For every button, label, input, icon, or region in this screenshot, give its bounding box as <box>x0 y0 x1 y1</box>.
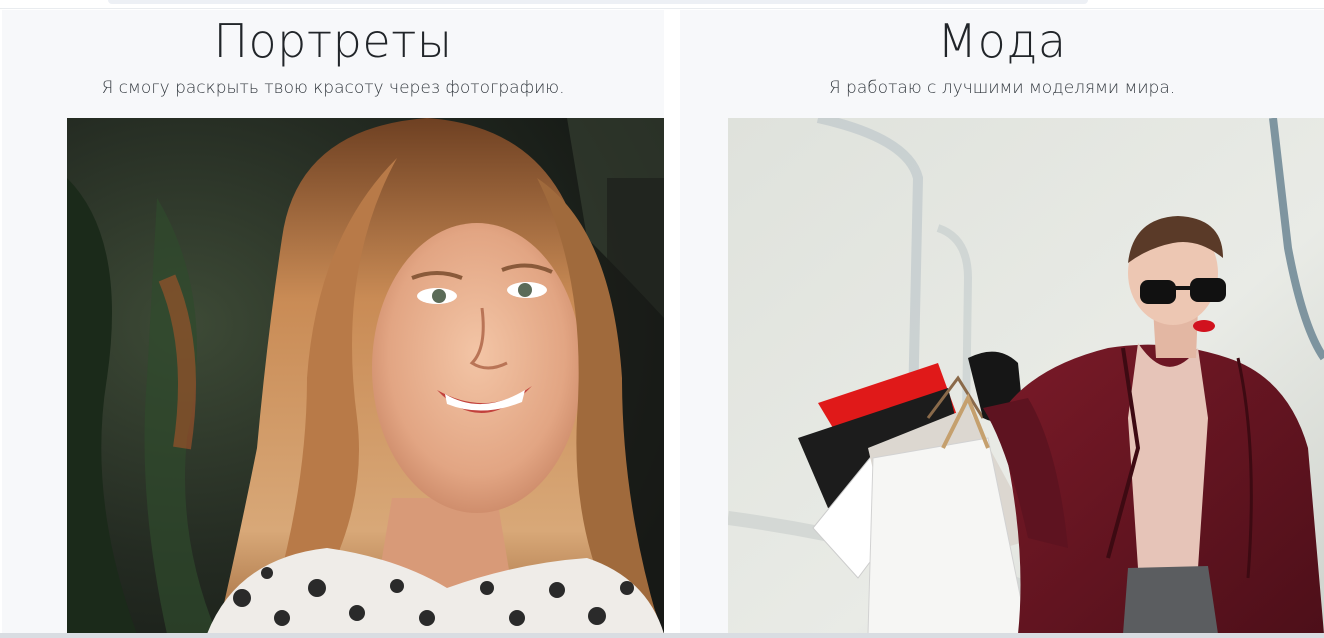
portfolio-card-fashion: Мода Я работаю с лучшими моделями мира. <box>680 10 1324 634</box>
card-title-fashion: Мода <box>937 14 1067 68</box>
portfolio-card-portraits: Портреты Я смогу раскрыть твою красоту ч… <box>2 10 664 634</box>
horizontal-scrollbar[interactable] <box>0 633 1324 638</box>
portrait-woman-photo <box>67 118 664 634</box>
top-navbar-edge <box>108 0 1088 4</box>
divider <box>0 8 1324 9</box>
card-subtitle-portraits: Я смогу раскрыть твою красоту через фото… <box>101 78 565 98</box>
card-title-portraits: Портреты <box>213 14 453 68</box>
card-subtitle-fashion: Я работаю с лучшими моделями мира. <box>828 78 1176 98</box>
fashion-shopping-woman-photo <box>728 118 1324 634</box>
